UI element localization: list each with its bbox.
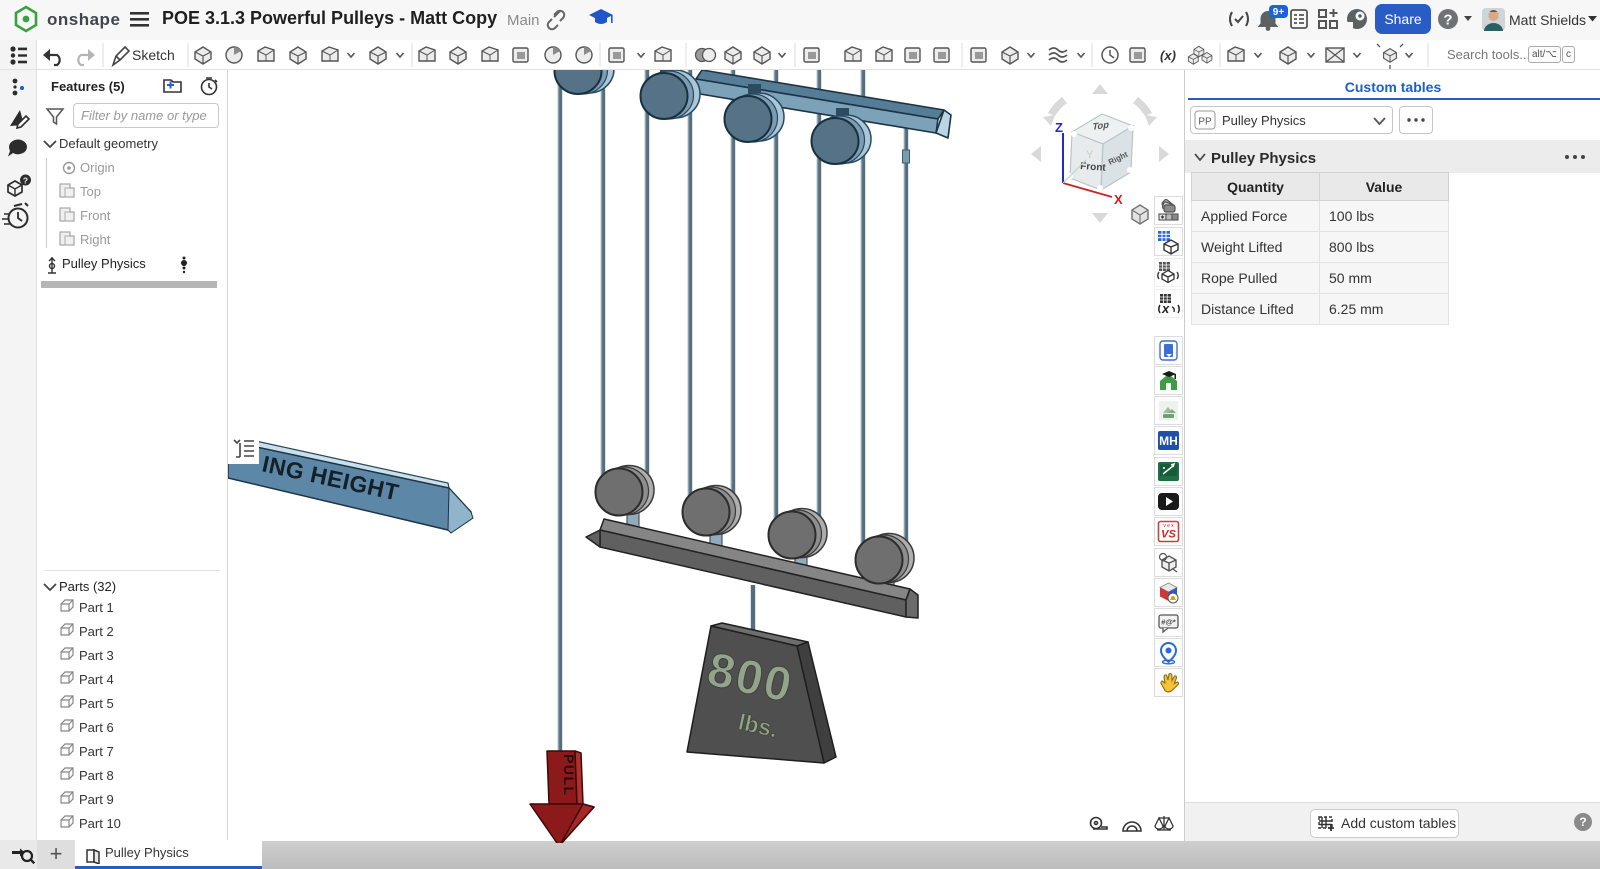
svg-text:PP: PP: [1198, 117, 1212, 128]
svg-text:X: X: [1114, 192, 1123, 207]
svg-text:PULL: PULL: [561, 754, 577, 797]
svg-text:v e x: v e x: [1163, 523, 1174, 529]
svg-text:VS: VS: [1161, 529, 1176, 541]
svg-text:#@*: #@*: [1161, 618, 1175, 627]
svg-text:?: ?: [1443, 12, 1452, 29]
svg-text:?: ?: [23, 176, 28, 186]
svg-text:Pulley Physics: Pulley Physics: [1211, 150, 1316, 167]
svg-text:9+: 9+: [1273, 7, 1285, 18]
svg-text:Y: Y: [1086, 149, 1094, 161]
svg-text:MH: MH: [1159, 434, 1178, 448]
svg-text:(x): (x): [1160, 48, 1176, 63]
svg-text:Z: Z: [1055, 120, 1063, 135]
svg-text:Pulley Physics: Pulley Physics: [1222, 113, 1306, 128]
svg-text:x: x: [1161, 301, 1170, 316]
